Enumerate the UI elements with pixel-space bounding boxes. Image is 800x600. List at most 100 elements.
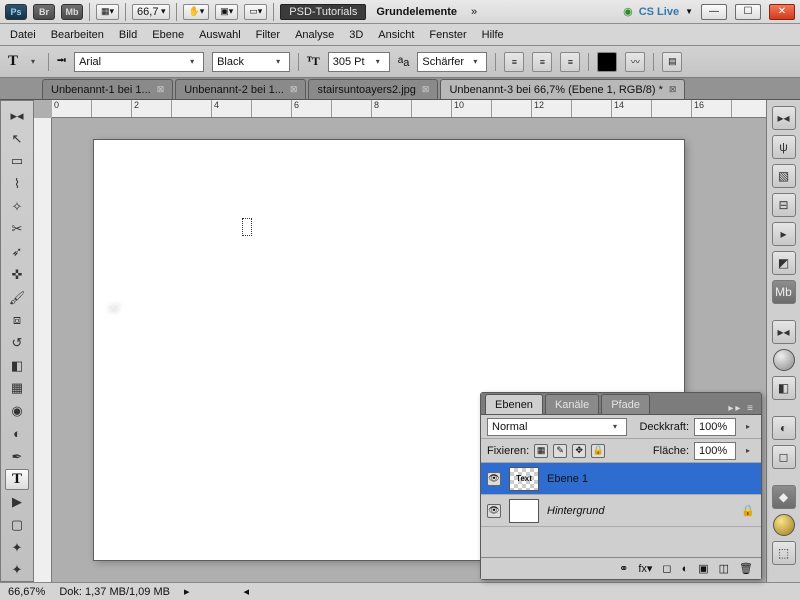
font-weight-field[interactable]: Black▾ bbox=[212, 52, 290, 72]
type-tool[interactable]: T bbox=[5, 469, 29, 491]
delete-layer-icon[interactable]: 🗑 bbox=[739, 562, 753, 575]
opacity-slider-icon[interactable]: ▸ bbox=[741, 422, 755, 431]
opacity-field[interactable]: 100% bbox=[694, 418, 736, 436]
menu-3d[interactable]: 3D bbox=[349, 29, 363, 41]
layer-mask-icon[interactable]: ◻ bbox=[662, 562, 671, 575]
shape-tool[interactable]: ▢ bbox=[5, 514, 29, 536]
visibility-toggle[interactable]: 👁 bbox=[487, 472, 501, 486]
crop-tool[interactable]: ✂ bbox=[5, 219, 29, 241]
dock-masks-icon[interactable]: ◻ bbox=[772, 445, 796, 469]
layer-row[interactable]: 👁Hintergrund🔒 bbox=[481, 495, 761, 527]
3d-tool[interactable]: ✦ bbox=[5, 537, 29, 559]
text-color-swatch[interactable] bbox=[597, 52, 617, 72]
close-tab-icon[interactable]: ⊠ bbox=[157, 84, 165, 95]
menu-hilfe[interactable]: Hilfe bbox=[482, 29, 504, 41]
panel-tab-ebenen[interactable]: Ebenen bbox=[485, 394, 543, 414]
link-layers-icon[interactable]: ⚭ bbox=[619, 562, 628, 575]
eraser-tool[interactable]: ◧ bbox=[5, 355, 29, 377]
history-brush-tool[interactable]: ↺ bbox=[5, 332, 29, 354]
dock-brush-icon[interactable]: ψ bbox=[772, 135, 796, 159]
dock-styles-icon[interactable]: ◩ bbox=[772, 251, 796, 275]
pen-tool[interactable]: ✒ bbox=[5, 446, 29, 468]
close-tab-icon[interactable]: ⊠ bbox=[422, 84, 430, 95]
dock-actions-icon[interactable]: ▸ bbox=[772, 222, 796, 246]
zoom-field[interactable]: 66,7 ▾ bbox=[132, 4, 170, 20]
menu-fenster[interactable]: Fenster bbox=[429, 29, 466, 41]
dock-swatches-icon[interactable]: ◧ bbox=[772, 376, 796, 400]
dock-color-wheel[interactable] bbox=[773, 349, 795, 371]
blend-mode-field[interactable]: Normal▾ bbox=[487, 418, 627, 436]
workspace-group[interactable]: Grundelemente bbox=[372, 6, 461, 18]
move-tool[interactable]: ↖ bbox=[5, 128, 29, 150]
antialias-field[interactable]: Schärfer▾ bbox=[417, 52, 487, 72]
dock-layers-icon[interactable]: ◆ bbox=[772, 485, 796, 509]
blur-tool[interactable]: ◉ bbox=[5, 400, 29, 422]
screen-mode-btn[interactable]: ▭▾ bbox=[244, 4, 267, 20]
heal-tool[interactable]: ✜ bbox=[5, 264, 29, 286]
window-close[interactable]: ✕ bbox=[769, 4, 795, 20]
scrollbar-left-icon[interactable]: ◂ bbox=[244, 585, 250, 598]
lock-all-icon[interactable]: 🔒 bbox=[591, 444, 605, 458]
document-tab[interactable]: Unbenannt-2 bei 1...⊠ bbox=[175, 79, 306, 99]
layer-thumbnail[interactable] bbox=[509, 499, 539, 523]
font-family-field[interactable]: Arial▾ bbox=[74, 52, 204, 72]
fill-slider-icon[interactable]: ▸ bbox=[741, 446, 755, 455]
path-select-tool[interactable]: ▶ bbox=[5, 491, 29, 513]
bridge-icon[interactable]: Br bbox=[33, 4, 55, 20]
visibility-toggle[interactable]: 👁 bbox=[487, 504, 501, 518]
arrange-btn[interactable]: ▣▾ bbox=[215, 4, 238, 20]
menu-filter[interactable]: Filter bbox=[256, 29, 280, 41]
document-tab[interactable]: Unbenannt-1 bei 1...⊠ bbox=[42, 79, 173, 99]
dock-minibridge-icon[interactable]: Mb bbox=[772, 280, 796, 304]
lasso-tool[interactable]: ⌇ bbox=[5, 173, 29, 195]
menu-ebene[interactable]: Ebene bbox=[152, 29, 184, 41]
text-presets-dd[interactable]: ▾ bbox=[26, 57, 40, 66]
status-docsize[interactable]: Dok: 1,37 MB/1,09 MB bbox=[59, 586, 170, 598]
tab-handle-icon[interactable]: ▸◂ bbox=[5, 105, 29, 127]
stamp-tool[interactable]: ⧈ bbox=[5, 309, 29, 331]
window-minimize[interactable]: — bbox=[701, 4, 727, 20]
dock-copysrc-icon[interactable]: ▧ bbox=[772, 164, 796, 188]
close-tab-icon[interactable]: ⊠ bbox=[290, 84, 298, 95]
new-layer-icon[interactable]: ◫ bbox=[719, 562, 729, 575]
dock-expand-icon[interactable]: ▸◂ bbox=[772, 320, 796, 344]
warp-text-btn[interactable]: 〰 bbox=[625, 52, 645, 72]
text-orientation-icon[interactable]: ⭲ bbox=[57, 51, 66, 72]
align-left-btn[interactable]: ≡ bbox=[504, 52, 524, 72]
layer-thumbnail[interactable]: Text bbox=[509, 467, 539, 491]
dodge-tool[interactable]: ◐ bbox=[5, 423, 29, 445]
menu-bearbeiten[interactable]: Bearbeiten bbox=[51, 29, 104, 41]
view-rulers-btn[interactable]: ▦▾ bbox=[96, 4, 119, 20]
app-icon[interactable]: Ps bbox=[5, 4, 27, 20]
panel-menu-icon[interactable]: ▸▸ ≡ bbox=[728, 403, 755, 414]
marquee-tool[interactable]: ▭ bbox=[5, 150, 29, 172]
dock-brushpresets-icon[interactable]: ⊟ bbox=[772, 193, 796, 217]
layer-row[interactable]: 👁TextEbene 1 bbox=[481, 463, 761, 495]
gradient-tool[interactable]: ▦ bbox=[5, 378, 29, 400]
minibridge-icon[interactable]: Mb bbox=[61, 4, 83, 20]
document-tab[interactable]: Unbenannt-3 bei 66,7% (Ebene 1, RGB/8) *… bbox=[440, 79, 685, 99]
status-chevron-icon[interactable]: ▸ bbox=[184, 585, 190, 598]
align-center-btn[interactable]: ≡ bbox=[532, 52, 552, 72]
menu-auswahl[interactable]: Auswahl bbox=[199, 29, 241, 41]
character-panel-btn[interactable]: ▤ bbox=[662, 52, 682, 72]
close-tab-icon[interactable]: ⊠ bbox=[669, 84, 677, 95]
eyedropper-tool[interactable]: ➶ bbox=[5, 241, 29, 263]
font-size-field[interactable]: 305 Pt▾ bbox=[328, 52, 390, 72]
align-right-btn[interactable]: ≡ bbox=[560, 52, 580, 72]
menu-datei[interactable]: Datei bbox=[10, 29, 36, 41]
wand-tool[interactable]: ✧ bbox=[5, 196, 29, 218]
brush-tool[interactable]: 🖌 bbox=[5, 287, 29, 309]
lock-position-icon[interactable]: ✥ bbox=[572, 444, 586, 458]
cslive-label[interactable]: CS Live bbox=[639, 6, 679, 18]
hand-btn[interactable]: ✋▾ bbox=[183, 4, 209, 20]
menu-bild[interactable]: Bild bbox=[119, 29, 137, 41]
3d-camera-tool[interactable]: ✦ bbox=[5, 559, 29, 581]
dock-adjust-icon[interactable]: ◐ bbox=[772, 416, 796, 440]
status-zoom[interactable]: 66,67% bbox=[8, 586, 45, 598]
menu-analyse[interactable]: Analyse bbox=[295, 29, 334, 41]
window-maximize[interactable]: ☐ bbox=[735, 4, 761, 20]
document-tab[interactable]: stairsuntoayers2.jpg⊠ bbox=[308, 79, 438, 99]
layer-fx-icon[interactable]: fx▾ bbox=[638, 562, 652, 575]
adjustment-layer-icon[interactable]: ◐ bbox=[682, 563, 689, 575]
